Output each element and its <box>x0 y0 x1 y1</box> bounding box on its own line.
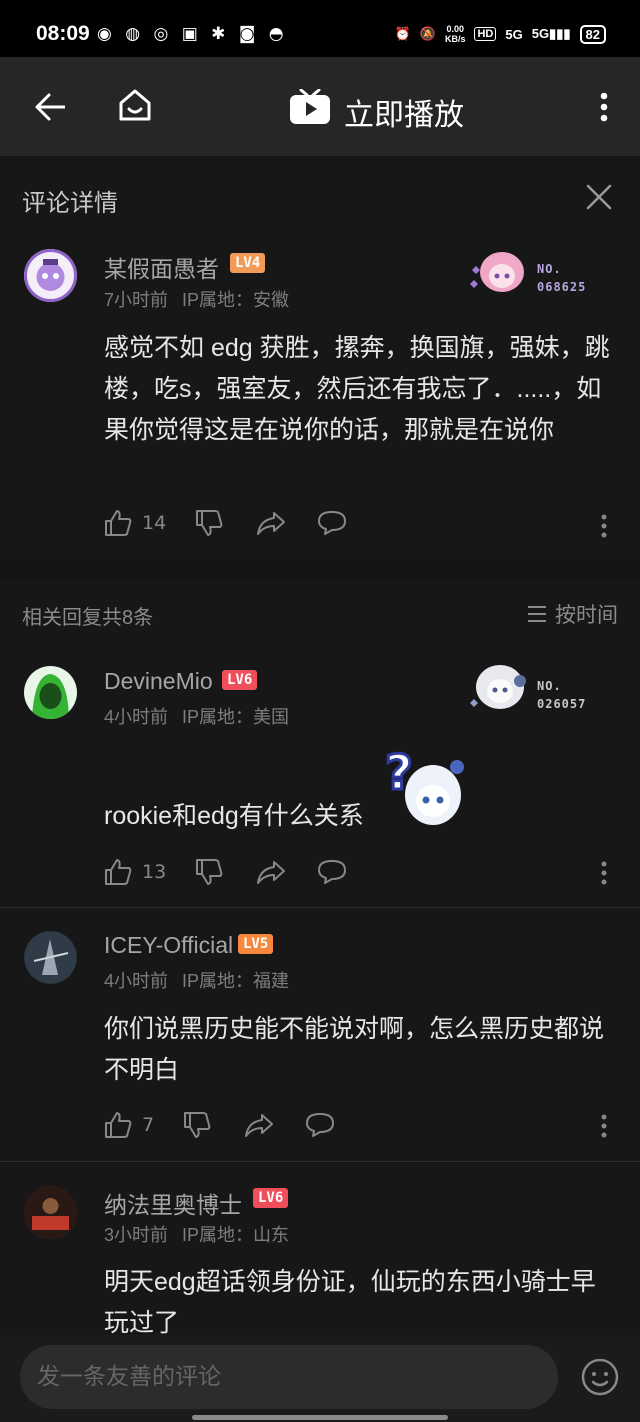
sticker-emoji-icon: ? <box>384 745 464 825</box>
back-arrow-icon[interactable] <box>35 93 65 121</box>
reply-icon[interactable] <box>317 510 347 536</box>
share-icon[interactable] <box>244 1112 274 1138</box>
sort-button[interactable]: 按时间 <box>527 599 618 629</box>
sort-list-icon <box>528 606 546 622</box>
reply-time: 4小时前 <box>104 971 169 991</box>
comment-time: 7小时前 <box>104 290 169 310</box>
speed-icon: 0.00 KB/s <box>444 24 466 44</box>
fan-badge-number: NO. 026057 <box>537 679 587 711</box>
level-badge: LV6 <box>222 670 258 690</box>
hd-icon: HD <box>474 27 497 41</box>
reply-username[interactable]: DevineMio <box>104 668 213 695</box>
mute-icon: 🔕 <box>419 26 436 41</box>
comment-username[interactable]: 某假面愚者 <box>104 250 219 284</box>
comment-composer: 发一条友善的评论 <box>0 1335 640 1422</box>
comment-content: 感觉不如 edg 获胜，摞奔，换国旗，强妹，跳楼，吃s，强室友，然后还有我忘了．… <box>104 334 610 444</box>
notification-icons: ◉ ◍ ◎ ▣ ✱ ◙ ◓ <box>97 24 288 44</box>
reply-ip: IP属地：山东 <box>182 1225 290 1245</box>
reply-count-label: 相关回复共8条 <box>22 607 154 629</box>
main-comment-panel: 评论详情 某假面愚者 LV4 7小时前 IP属地：安徽 NO. 068625 感… <box>0 156 640 560</box>
reply-username[interactable]: ICEY-Official <box>104 932 233 959</box>
like-count: 13 <box>142 861 167 883</box>
fan-badge-character-icon <box>470 665 526 709</box>
signal-1-icon: 5G <box>505 26 523 42</box>
replies-panel: 相关回复共8条 按时间 DevineMio LV6 4小时前 IP属地：美国 N… <box>0 579 640 1337</box>
reply-content: 明天edg超话领身份证，仙玩的东西小骑士早玩过了 <box>104 1268 596 1337</box>
emoji-icon[interactable] <box>581 1358 619 1396</box>
reply-time: 3小时前 <box>104 1225 169 1245</box>
tv-play-icon[interactable] <box>289 89 331 125</box>
home-icon[interactable] <box>117 87 153 123</box>
comment-more-icon[interactable] <box>600 513 608 539</box>
signal-2-icon: 5G▮▮▮ <box>531 26 571 41</box>
reply-actions: 13 <box>104 858 347 886</box>
share-icon[interactable] <box>256 510 286 536</box>
sort-label: 按时间 <box>555 604 618 627</box>
play-now-title[interactable]: 立即播放 <box>344 90 464 134</box>
dislike-icon[interactable] <box>195 858 223 886</box>
fan-badge-character-icon <box>470 252 524 292</box>
reply-actions: 7 <box>104 1111 335 1139</box>
reply-content: rookie和edg有什么关系 <box>104 802 364 830</box>
status-right: ⏰ 🔕 0.00 KB/s HD 5G 5G▮▮▮ 82 <box>395 24 606 44</box>
avatar[interactable] <box>24 249 77 302</box>
divider <box>0 907 640 908</box>
dislike-icon[interactable] <box>183 1111 211 1139</box>
reply-ip: IP属地：福建 <box>182 971 290 991</box>
comment-ip: IP属地：安徽 <box>182 290 290 310</box>
avatar[interactable] <box>24 1186 77 1239</box>
close-icon[interactable] <box>586 184 612 210</box>
comment-input[interactable]: 发一条友善的评论 <box>20 1345 558 1409</box>
avatar[interactable] <box>24 666 77 719</box>
like-count: 7 <box>142 1114 155 1136</box>
reply-username[interactable]: 纳法里奥博士 <box>104 1186 242 1220</box>
reply-more-icon[interactable] <box>600 1113 608 1139</box>
home-indicator <box>192 1415 448 1420</box>
battery-indicator: 82 <box>579 24 606 44</box>
more-vertical-icon[interactable] <box>600 92 608 122</box>
reply-more-icon[interactable] <box>600 860 608 886</box>
reply-content: 你们说黑历史能不能说对啊，怎么黑历史都说不明白 <box>104 1015 605 1084</box>
section-title: 评论详情 <box>22 190 118 217</box>
fan-badge-number: NO. 068625 <box>537 262 587 294</box>
avatar[interactable] <box>24 931 77 984</box>
reply-ip: IP属地：美国 <box>182 707 290 727</box>
level-badge: LV5 <box>238 934 274 954</box>
like-icon[interactable] <box>104 509 132 537</box>
divider <box>0 1161 640 1162</box>
dislike-icon[interactable] <box>195 509 223 537</box>
like-icon[interactable] <box>104 1111 132 1139</box>
share-icon[interactable] <box>256 859 286 885</box>
reply-icon[interactable] <box>317 859 347 885</box>
status-bar: 08:09 ◉ ◍ ◎ ▣ ✱ ◙ ◓ ⏰ 🔕 0.00 KB/s HD 5G 5… <box>0 0 640 57</box>
like-icon[interactable] <box>104 858 132 886</box>
top-bar: 立即播放 <box>0 57 640 156</box>
alarm-icon: ⏰ <box>394 26 411 41</box>
reply-time: 4小时前 <box>104 707 169 727</box>
comment-actions: 14 <box>104 509 347 537</box>
reply-icon[interactable] <box>305 1112 335 1138</box>
like-count: 14 <box>142 512 167 534</box>
status-time: 08:09 <box>36 22 90 45</box>
level-badge: LV4 <box>230 253 266 273</box>
level-badge: LV6 <box>253 1188 289 1208</box>
